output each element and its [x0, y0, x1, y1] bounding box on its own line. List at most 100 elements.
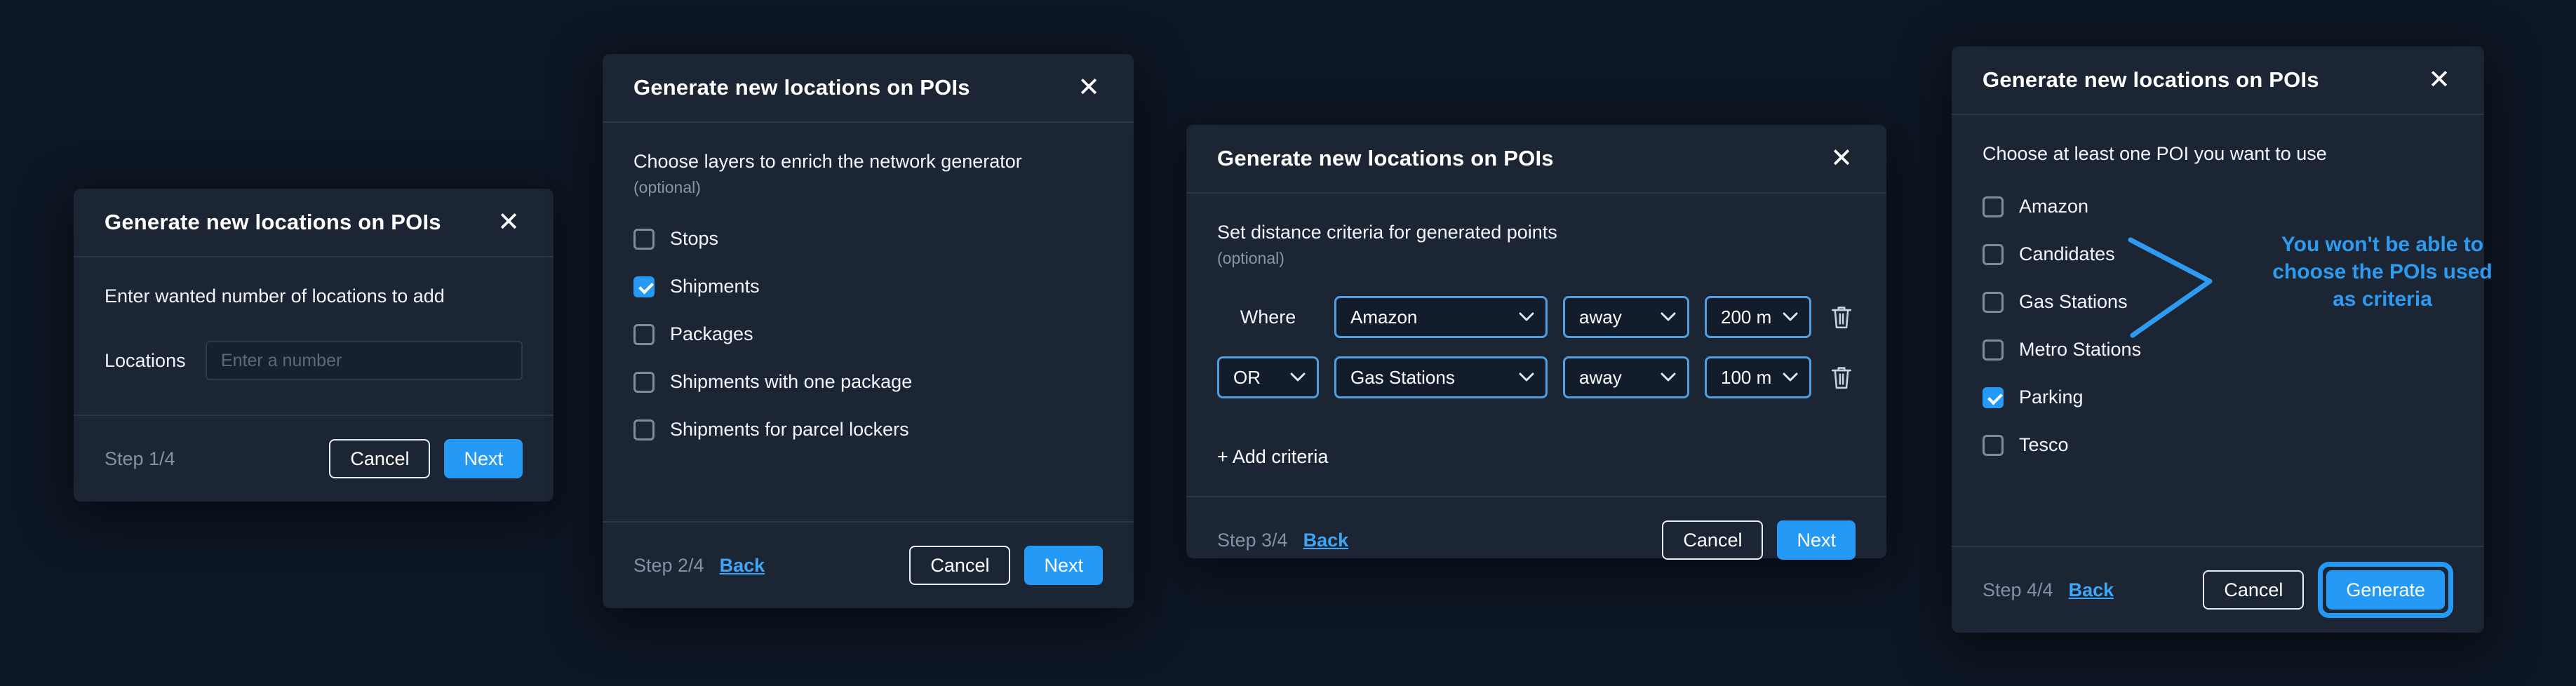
modal-body: Set distance criteria for generated poin…	[1186, 194, 1886, 496]
checkbox[interactable]	[633, 372, 655, 393]
modal-header: Generate new locations on POIs ✕	[1952, 46, 2484, 115]
close-icon[interactable]: ✕	[2425, 64, 2453, 96]
modal-step4: Generate new locations on POIs ✕ Choose …	[1952, 46, 2484, 633]
select-value: Amazon	[1350, 307, 1417, 328]
modal-footer: Step 3/4 Back Cancel Next	[1186, 496, 1886, 583]
cancel-button[interactable]: Cancel	[2203, 570, 2304, 610]
poi-select[interactable]: Gas Stations	[1334, 356, 1548, 398]
where-label: Where	[1217, 307, 1319, 328]
modal-footer: Step 4/4 Back Cancel Generate	[1952, 546, 2484, 633]
cancel-button[interactable]: Cancel	[909, 546, 1010, 585]
checkbox-label: Shipments for parcel lockers	[670, 419, 909, 440]
delete-criteria-button[interactable]	[1827, 301, 1856, 333]
checkbox-label: Tesco	[2019, 434, 2069, 456]
step-indicator: Step 3/4	[1217, 530, 1288, 551]
close-icon[interactable]: ✕	[495, 206, 523, 238]
annotation-arrow	[2117, 227, 2229, 354]
footer-left: Step 2/4 Back	[633, 555, 765, 577]
select-value: away	[1579, 307, 1622, 328]
layer-checklist: Stops Shipments Packages Shipments with …	[633, 228, 1103, 440]
instruction-text: Set distance criteria for generated poin…	[1217, 222, 1856, 243]
chevron-down-icon	[1661, 312, 1676, 322]
select-value: Gas Stations	[1350, 367, 1455, 389]
layer-option-stops[interactable]: Stops	[633, 228, 1103, 250]
checkbox[interactable]	[633, 419, 655, 440]
modal-header: Generate new locations on POIs ✕	[1186, 125, 1886, 194]
modal-header: Generate new locations on POIs ✕	[603, 54, 1134, 123]
annotation-line: choose the POIs used	[2232, 258, 2533, 285]
checkbox-label: Gas Stations	[2019, 291, 2128, 313]
step-indicator: Step 1/4	[105, 448, 175, 470]
checkbox[interactable]	[1983, 387, 2004, 408]
back-link[interactable]: Back	[720, 555, 765, 577]
modal-step3: Generate new locations on POIs ✕ Set dis…	[1186, 125, 1886, 558]
distance-select[interactable]: 100 m	[1705, 356, 1811, 398]
checkbox[interactable]	[633, 229, 655, 250]
checkbox-label: Shipments with one package	[670, 371, 912, 393]
modal-body: Enter wanted number of locations to add …	[74, 257, 554, 415]
chevron-down-icon	[1290, 372, 1306, 382]
annotation-line: as criteria	[2232, 285, 2533, 313]
checkbox[interactable]	[1983, 292, 2004, 313]
checkbox[interactable]	[1983, 244, 2004, 265]
checkbox[interactable]	[633, 324, 655, 345]
trash-icon	[1830, 304, 1853, 330]
modal-title: Generate new locations on POIs	[1217, 146, 1554, 171]
footer-actions: Cancel Next	[909, 546, 1103, 585]
next-button[interactable]: Next	[1024, 546, 1103, 585]
footer-left: Step 3/4 Back	[1217, 530, 1348, 551]
footer-left: Step 4/4 Back	[1983, 579, 2114, 601]
poi-select[interactable]: Amazon	[1334, 296, 1548, 338]
back-link[interactable]: Back	[2069, 579, 2114, 601]
annotation-highlight-box: Generate	[2318, 562, 2453, 618]
locations-input[interactable]	[206, 341, 523, 380]
instruction-text: Choose at least one POI you want to use	[1983, 143, 2453, 165]
next-button[interactable]: Next	[444, 439, 523, 478]
poi-option-parking[interactable]: Parking	[1983, 386, 2453, 408]
back-link[interactable]: Back	[1303, 530, 1349, 551]
checkbox-label: Amazon	[2019, 196, 2088, 217]
add-criteria-button[interactable]: + Add criteria	[1217, 446, 1328, 468]
chevron-down-icon	[1783, 372, 1798, 382]
footer-actions: Cancel Next	[329, 439, 523, 478]
layer-option-shipments-one-package[interactable]: Shipments with one package	[633, 371, 1103, 393]
operator-select[interactable]: OR	[1217, 356, 1319, 398]
trash-icon	[1830, 364, 1853, 391]
select-value: OR	[1233, 367, 1261, 389]
close-icon[interactable]: ✕	[1075, 72, 1103, 104]
generate-button[interactable]: Generate	[2326, 570, 2445, 610]
cancel-button[interactable]: Cancel	[329, 439, 430, 478]
cancel-button[interactable]: Cancel	[1662, 520, 1763, 560]
layer-option-shipments[interactable]: Shipments	[633, 276, 1103, 297]
footer-actions: Cancel Next	[1662, 520, 1856, 560]
annotation-line: You won't be able to	[2232, 231, 2533, 258]
select-value: away	[1579, 367, 1622, 389]
instruction-text: Choose layers to enrich the network gene…	[633, 151, 1103, 173]
checkbox[interactable]	[1983, 435, 2004, 456]
modal-header: Generate new locations on POIs ✕	[74, 189, 554, 257]
relation-select[interactable]: away	[1563, 296, 1689, 338]
checkbox[interactable]	[633, 276, 655, 297]
instruction-text: Enter wanted number of locations to add	[105, 285, 523, 307]
checkbox-label: Candidates	[2019, 243, 2115, 265]
layer-option-shipments-parcel-lockers[interactable]: Shipments for parcel lockers	[633, 419, 1103, 440]
close-icon[interactable]: ✕	[1827, 142, 1856, 175]
layer-option-packages[interactable]: Packages	[633, 323, 1103, 345]
chevron-down-icon	[1783, 312, 1798, 322]
checkbox[interactable]	[1983, 339, 2004, 361]
next-button[interactable]: Next	[1777, 520, 1856, 560]
footer-left: Step 1/4	[105, 448, 175, 470]
relation-select[interactable]: away	[1563, 356, 1689, 398]
delete-criteria-button[interactable]	[1827, 361, 1856, 394]
poi-option-tesco[interactable]: Tesco	[1983, 434, 2453, 456]
criteria-list: Where Amazon away 200 m	[1217, 296, 1856, 398]
modal-title: Generate new locations on POIs	[633, 75, 970, 100]
checkbox-label: Parking	[2019, 386, 2084, 408]
modal-step2: Generate new locations on POIs ✕ Choose …	[603, 54, 1134, 608]
modal-body: Choose at least one POI you want to use …	[1952, 115, 2484, 546]
poi-option-amazon[interactable]: Amazon	[1983, 196, 2453, 217]
optional-text: (optional)	[1217, 249, 1856, 268]
checkbox[interactable]	[1983, 196, 2004, 217]
chevron-down-icon	[1519, 372, 1534, 382]
distance-select[interactable]: 200 m	[1705, 296, 1811, 338]
